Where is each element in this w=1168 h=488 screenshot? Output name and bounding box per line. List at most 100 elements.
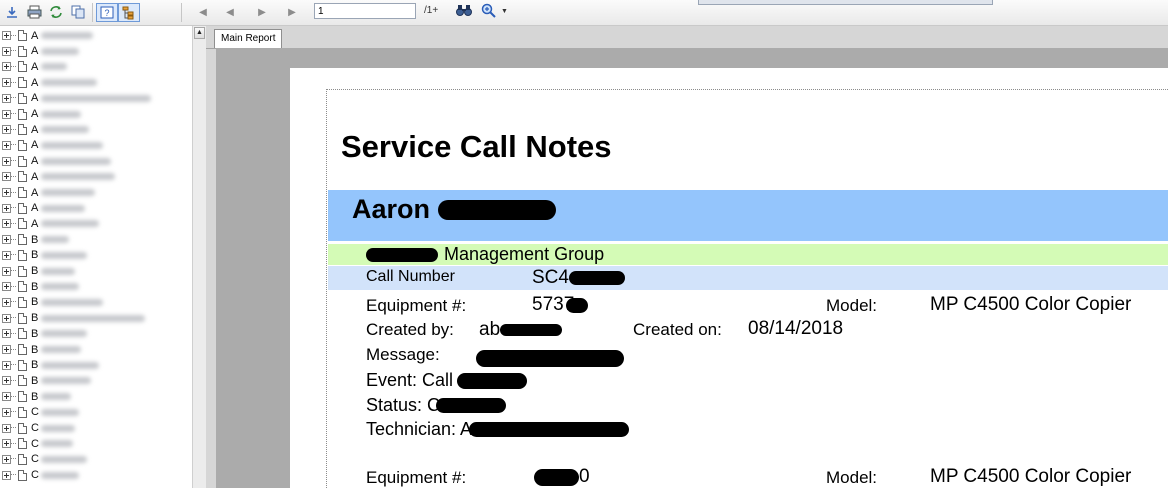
last-page-icon[interactable]: ▶​ bbox=[284, 3, 300, 21]
search-field[interactable] bbox=[698, 0, 993, 5]
tree-item[interactable]: A bbox=[2, 201, 192, 216]
tree-connector bbox=[11, 50, 16, 52]
tree-item[interactable]: B bbox=[2, 248, 192, 263]
expand-icon[interactable] bbox=[2, 62, 11, 72]
tree-item-label: C bbox=[31, 422, 39, 434]
previous-page-icon[interactable]: ◀ bbox=[222, 3, 238, 21]
expand-icon[interactable] bbox=[2, 109, 11, 119]
tree-item-label: A bbox=[31, 123, 39, 136]
expand-icon[interactable] bbox=[2, 345, 11, 354]
tree-item[interactable]: B bbox=[2, 373, 192, 388]
tree-item[interactable]: C bbox=[2, 436, 192, 451]
expand-icon[interactable] bbox=[2, 31, 11, 40]
tree-item[interactable]: A bbox=[2, 185, 192, 200]
report-viewer: Main Report Service Call Notes Aaron Man… bbox=[206, 26, 1168, 488]
expand-icon[interactable] bbox=[2, 470, 11, 480]
expand-icon[interactable] bbox=[2, 407, 11, 417]
expand-icon[interactable] bbox=[2, 172, 11, 182]
redaction-mark bbox=[366, 247, 438, 262]
tree-item[interactable]: B bbox=[2, 326, 192, 341]
expand-icon[interactable] bbox=[2, 313, 11, 323]
expand-icon[interactable] bbox=[2, 235, 11, 245]
expand-icon[interactable] bbox=[2, 297, 11, 307]
tree-item[interactable]: B bbox=[2, 311, 192, 326]
expand-icon[interactable] bbox=[2, 423, 11, 433]
expand-icon[interactable] bbox=[2, 93, 11, 103]
tree-item[interactable]: A bbox=[2, 28, 192, 43]
print-icon[interactable] bbox=[24, 3, 44, 21]
tree-item[interactable]: A bbox=[2, 216, 192, 231]
tree-item[interactable]: C bbox=[2, 468, 192, 483]
zoom-dropdown[interactable]: ▼ bbox=[481, 2, 515, 20]
tree-item-label: B bbox=[31, 390, 39, 403]
expand-icon[interactable] bbox=[2, 140, 11, 150]
tree-item[interactable]: A bbox=[2, 169, 192, 184]
company-band: Management Group bbox=[328, 244, 1168, 265]
tree-connector bbox=[11, 474, 16, 476]
group-tree-icon[interactable] bbox=[118, 3, 140, 22]
tree-item-label: C bbox=[31, 406, 39, 419]
tree-item[interactable]: A bbox=[2, 75, 192, 90]
next-page-icon[interactable]: ▶ bbox=[254, 3, 270, 21]
expand-icon[interactable] bbox=[2, 329, 11, 339]
help-icon[interactable]: ? bbox=[96, 3, 118, 22]
tree-connector bbox=[11, 160, 16, 162]
expand-icon[interactable] bbox=[2, 46, 11, 56]
refresh-icon[interactable] bbox=[46, 3, 66, 21]
tree-item-label: C bbox=[31, 437, 39, 450]
tree-item[interactable]: A bbox=[2, 59, 192, 74]
blurred-text bbox=[41, 204, 85, 212]
tree-scrollbar[interactable]: ▲ bbox=[192, 26, 206, 488]
tree-item[interactable]: B bbox=[2, 358, 192, 373]
expand-icon[interactable] bbox=[2, 250, 11, 260]
page-number-input[interactable]: 1 bbox=[314, 3, 416, 19]
expand-icon[interactable] bbox=[2, 156, 11, 166]
created-on-label: Created on: bbox=[633, 320, 722, 339]
tree-item[interactable]: B bbox=[2, 232, 192, 247]
expand-icon[interactable] bbox=[2, 125, 11, 135]
tree-item[interactable]: A bbox=[2, 154, 192, 169]
tree-item[interactable]: B bbox=[2, 264, 192, 279]
expand-icon[interactable] bbox=[2, 392, 11, 402]
redaction-mark bbox=[568, 271, 625, 285]
blurred-text bbox=[41, 408, 79, 416]
tree-item[interactable]: A bbox=[2, 138, 192, 153]
tree-item[interactable]: C bbox=[2, 421, 192, 436]
tree-item[interactable]: B bbox=[2, 295, 192, 310]
tab-main-report[interactable]: Main Report bbox=[214, 29, 283, 48]
tree-item[interactable]: B bbox=[2, 279, 192, 294]
copy-icon[interactable] bbox=[68, 3, 88, 21]
document-icon bbox=[18, 202, 27, 214]
tree-item[interactable]: A bbox=[2, 44, 192, 59]
equipment-label: Equipment #: bbox=[366, 296, 467, 315]
tree-item[interactable]: A bbox=[2, 122, 192, 137]
expand-icon[interactable] bbox=[2, 454, 11, 464]
tree-item-label: A bbox=[31, 186, 39, 199]
expand-icon[interactable] bbox=[2, 219, 11, 229]
expand-icon[interactable] bbox=[2, 439, 11, 449]
expand-icon[interactable] bbox=[2, 203, 11, 213]
first-page-icon[interactable]: ◀​ bbox=[195, 3, 211, 21]
expand-icon[interactable] bbox=[2, 282, 11, 292]
document-icon bbox=[18, 61, 27, 73]
tree-item[interactable]: C bbox=[2, 405, 192, 420]
expand-icon[interactable] bbox=[2, 376, 11, 386]
scroll-up-icon[interactable]: ▲ bbox=[194, 27, 205, 39]
tree-connector bbox=[11, 238, 16, 241]
expand-icon[interactable] bbox=[2, 266, 11, 276]
tree-item[interactable]: C bbox=[2, 452, 192, 467]
blurred-text bbox=[41, 393, 71, 401]
tree-item[interactable]: A bbox=[2, 91, 192, 106]
expand-icon[interactable] bbox=[2, 360, 11, 370]
blurred-text bbox=[41, 298, 103, 306]
expand-icon[interactable] bbox=[2, 78, 11, 88]
tree-item[interactable]: B bbox=[2, 389, 192, 404]
export-icon[interactable] bbox=[2, 3, 22, 21]
binoculars-icon[interactable] bbox=[455, 2, 473, 20]
tree-item[interactable]: A bbox=[2, 107, 192, 122]
tree-connector bbox=[11, 144, 16, 146]
tree-connector bbox=[11, 395, 16, 398]
tree-item-label: A bbox=[31, 76, 39, 89]
expand-icon[interactable] bbox=[2, 188, 11, 197]
tree-item[interactable]: B bbox=[2, 342, 192, 357]
